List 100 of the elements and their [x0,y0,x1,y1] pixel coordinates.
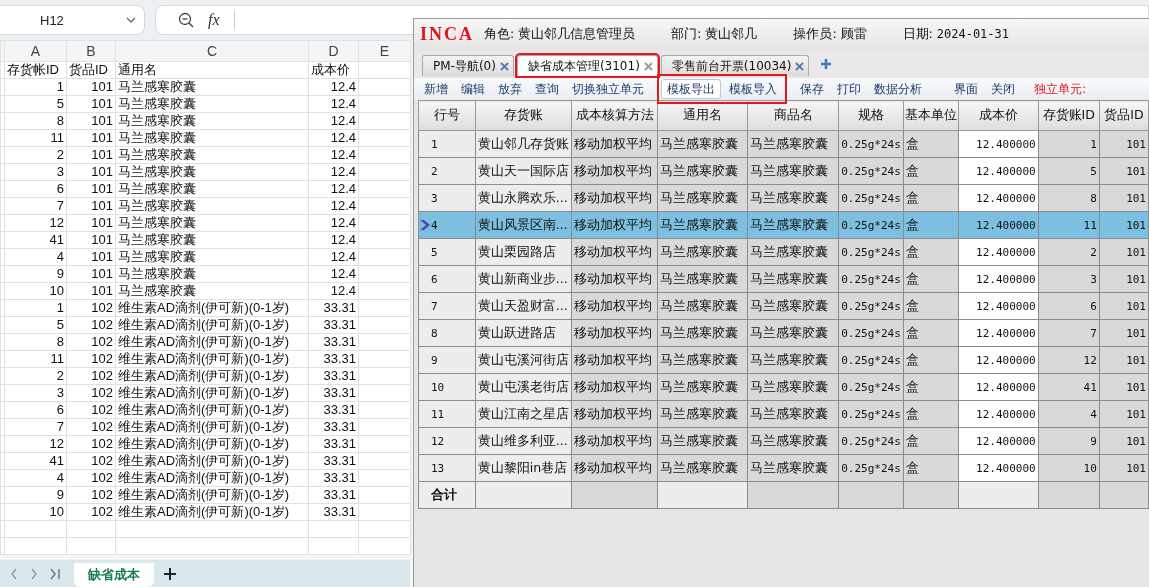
add-tab-icon[interactable] [820,58,833,70]
close-icon[interactable] [499,61,509,71]
table-cell: 马兰感寒胶囊 [660,243,739,259]
table-cell: 101 [66,163,116,181]
info-label: 角色: 黄山邻几信息管理员 [484,25,636,43]
table-cell: 马兰感寒胶囊 [660,378,739,394]
column-header[interactable]: 行号 [418,100,476,131]
table-cell: 维生素AD滴剂(伊可新)(0-1岁) [115,452,309,470]
table-cell: 黄山永腾欢乐... [477,189,568,205]
table-cell: 33.31 [308,418,359,436]
table-cell: 101 [1126,380,1146,394]
table-cell: 101 [66,146,116,164]
toolbar-button[interactable]: 关闭 [985,79,1021,99]
chevron-down-icon[interactable] [126,17,136,23]
toolbar-button[interactable]: 界面 [948,79,984,99]
row-number: 8 [431,326,438,340]
column-header[interactable]: 通用名 [657,100,748,131]
table-cell: 7 [4,197,67,215]
column-header[interactable]: 成本核算方法 [571,100,658,131]
table-cell: 6 [4,401,67,419]
table-cell: 12 [4,435,67,453]
table-cell: 102 [66,401,116,419]
table-cell: 101 [1126,272,1146,286]
table-cell: 马兰感寒胶囊 [750,324,829,340]
tab[interactable]: 缺省成本管理(3101) [516,55,658,76]
toolbar-button[interactable]: 模板导出 [661,79,721,99]
column-header[interactable]: B [66,40,116,62]
table-cell: 0.25g*24s [841,218,901,232]
column-header[interactable]: E [358,40,411,62]
column-header[interactable]: 成本价 [958,100,1039,131]
table-cell: 101 [1126,191,1146,205]
table-cell: 3 [4,163,67,181]
table-cell: 马兰感寒胶囊 [750,243,829,259]
close-icon[interactable] [795,61,805,71]
tab[interactable]: PM-导航(0) [422,55,514,76]
column-header[interactable]: D [308,40,359,62]
toolbar-button[interactable]: 查询 [529,79,565,99]
table-cell: 5 [4,95,67,113]
table-cell: 2 [1090,245,1097,259]
table-cell: 12.400000 [976,407,1036,421]
toolbar-button[interactable]: 编辑 [455,79,491,99]
table-cell: 12.400000 [976,434,1036,448]
toolbar-button[interactable]: 数据分析 [868,79,928,99]
close-icon[interactable] [643,61,653,71]
toolbar-button[interactable]: 模板导入 [723,79,783,99]
table-cell: 盒 [905,432,919,448]
table-cell: 12.400000 [976,272,1036,286]
table-cell: 12.4 [308,78,359,96]
column-header[interactable]: 规格 [838,100,904,131]
table-cell: 1 [1090,137,1097,151]
column-header[interactable]: 存货账 [475,100,572,131]
table-cell: 11 [1083,218,1097,232]
table-cell: 12.400000 [976,299,1036,313]
row-number: 11 [431,407,445,421]
table-cell: 6 [1090,299,1097,313]
table-cell: 101 [1126,137,1146,151]
name-box[interactable]: H12 [0,5,145,35]
sheet-tab[interactable]: 缺省成本 [74,563,154,587]
column-header[interactable]: 存货账ID [1038,100,1100,131]
table-cell: 马兰感寒胶囊 [115,265,309,283]
zoom-icon[interactable] [178,12,194,28]
table-cell: 维生素AD滴剂(伊可新)(0-1岁) [115,299,309,317]
table-cell: 11 [4,129,67,147]
row-number: 13 [431,461,445,475]
toolbar-button[interactable]: 保存 [794,79,830,99]
column-header[interactable]: A [4,40,67,62]
previous-icon[interactable] [10,567,18,580]
table-cell: 盒 [905,378,919,394]
table-cell: 0.25g*24s [841,380,901,394]
table-cell: 12 [1083,353,1097,367]
tab[interactable]: 零售前台开票(10034) [660,55,810,76]
table-cell: 马兰感寒胶囊 [660,270,739,286]
toolbar-button[interactable]: 打印 [831,79,867,99]
table-cell: 马兰感寒胶囊 [660,297,739,313]
column-header[interactable]: 商品名 [747,100,839,131]
table-cell: 101 [66,129,116,147]
function-label[interactable]: fx [208,11,220,29]
next-icon[interactable] [30,567,38,580]
table-cell: 102 [66,469,116,487]
add-sheet-icon[interactable] [164,567,176,580]
table-cell: 12.4 [308,146,359,164]
table-cell: 33.31 [308,401,359,419]
table-cell: 维生素AD滴剂(伊可新)(0-1岁) [115,418,309,436]
table-cell: 马兰感寒胶囊 [660,405,739,421]
toolbar-button[interactable]: 切换独立单元 [566,79,650,99]
column-header[interactable]: 货品ID [1099,100,1149,131]
table-cell: 12.4 [308,163,359,181]
table-cell: 移动加权平均 [573,351,652,367]
column-header[interactable]: C [115,40,309,62]
row-pointer-icon [420,219,430,231]
toolbar-button[interactable]: 新增 [418,79,454,99]
last-icon[interactable] [50,567,60,580]
table-cell: 黄山天一国际店 [477,162,569,178]
total-label: 合计 [431,486,457,502]
table-cell: 移动加权平均 [573,216,652,232]
table-cell: 马兰感寒胶囊 [115,282,309,300]
table-cell: 马兰感寒胶囊 [750,162,829,178]
table-cell: 101 [66,95,116,113]
column-header[interactable]: 基本单位 [903,100,959,131]
toolbar-button[interactable]: 放弃 [492,79,528,99]
